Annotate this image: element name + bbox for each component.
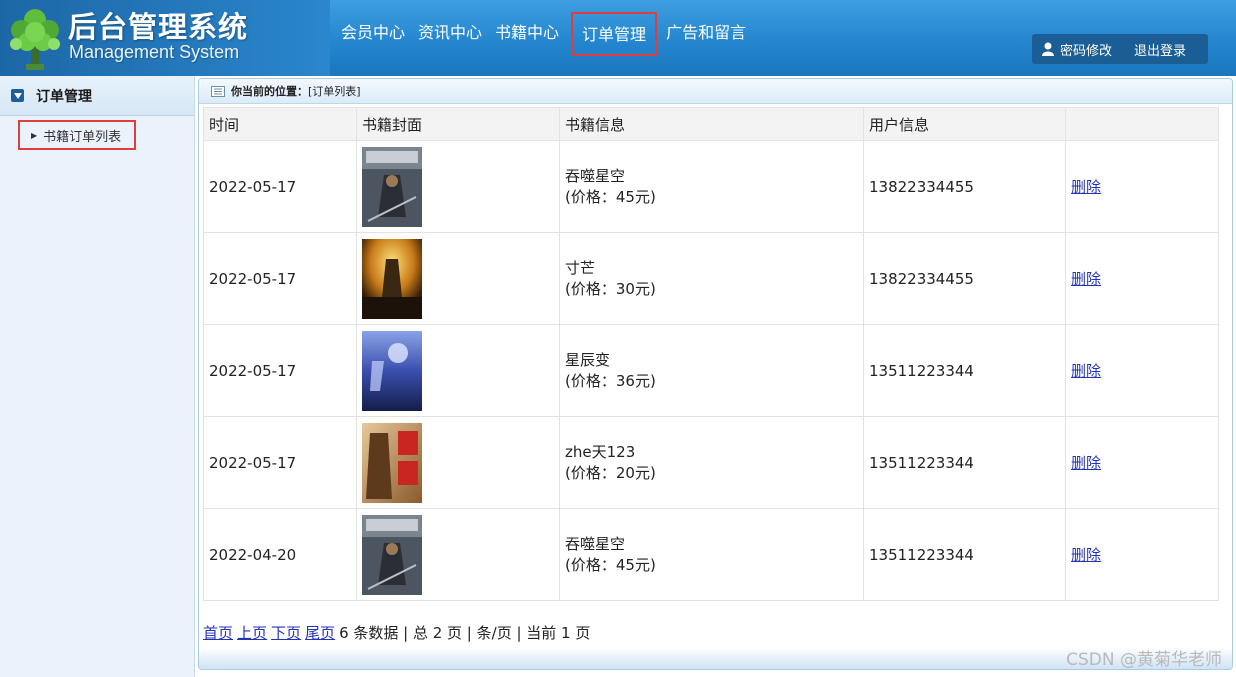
book-info-cell: 星辰变 (价格：36元) [559,324,864,417]
list-icon [211,85,225,97]
user-phone: 13511223344 [863,508,1066,601]
pagination-summary: 6 条数据 | 总 2 页 | 条/页 | 当前 1 页 [339,624,591,642]
nav-item-ads-and-messages[interactable]: 广告和留言 [661,12,751,56]
main-nav: 会员中心 资讯中心 书籍中心 订单管理 广告和留言 [336,12,754,56]
pagination: 首页 上页 下页 尾页 6 条数据 | 总 2 页 | 条/页 | 当前 1 页 [203,622,590,643]
first-page-link[interactable]: 首页 [203,624,233,642]
action-cell: 删除 [1065,140,1219,233]
last-page-link[interactable]: 尾页 [305,624,335,642]
next-page-link[interactable]: 下页 [271,624,301,642]
column-header-time: 时间 [203,107,357,141]
book-cover-cell [356,232,560,325]
order-time: 2022-05-17 [203,232,357,325]
book-title: 寸芒 [565,258,596,277]
table-row: 2022-05-17 星辰变 (价格：36元) 13511223344 删除 [203,324,1219,417]
book-cover-image [362,146,422,227]
column-header-cover: 书籍封面 [356,107,560,141]
delete-link[interactable]: 删除 [1071,178,1101,196]
watermark: CSDN @黄菊华老师 [1066,650,1222,670]
book-price: (价格：30元) [565,279,656,298]
table-row: 2022-05-17 zhe天123 (价格：20元) 13511223344 [203,416,1219,509]
column-header-action [1065,107,1219,141]
prev-page-link[interactable]: 上页 [237,624,267,642]
user-phone: 13822334455 [863,232,1066,325]
table-row: 2022-05-17 寸芒 (价格：30元) 13822334455 删除 [203,232,1219,325]
delete-link[interactable]: 删除 [1071,546,1101,564]
book-cover-image [362,238,422,319]
sidebar: 订单管理 ▶ 书籍订单列表 [0,76,195,677]
table-row: 2022-05-17 吞噬星空 (价格：45元) 13822334455 删除 [203,140,1219,233]
book-info-cell: 寸芒 (价格：30元) [559,232,864,325]
user-actions: 密码修改 退出登录 [1032,34,1208,64]
book-info-cell: 吞噬星空 (价格：45元) [559,508,864,601]
sidebar-section-title: 订单管理 [36,88,92,105]
book-title: 吞噬星空 [565,166,626,185]
nav-item-member-center[interactable]: 会员中心 [336,12,410,56]
book-price: (价格：45元) [565,187,656,206]
book-cover-cell [356,416,560,509]
nav-item-book-center[interactable]: 书籍中心 [490,12,564,56]
orders-table: 时间 书籍封面 书籍信息 用户信息 2022-05-17 吞噬星空 (价格：45… [203,107,1219,601]
change-password-link[interactable]: 密码修改 [1060,40,1112,59]
column-header-book-info: 书籍信息 [559,107,864,141]
logout-link[interactable]: 退出登录 [1134,40,1186,59]
book-price: (价格：20元) [565,463,656,482]
main-panel: 你当前的位置： [订单列表] 时间 书籍封面 书籍信息 用户信息 2022-05… [198,78,1233,670]
delete-link[interactable]: 删除 [1071,454,1101,472]
sidebar-item-label: 书籍订单列表 [43,129,122,145]
user-icon [1042,42,1054,56]
app-title: 后台管理系统 [68,10,249,44]
order-time: 2022-05-17 [203,416,357,509]
table-header-row: 时间 书籍封面 书籍信息 用户信息 [203,107,1219,141]
user-phone: 13511223344 [863,416,1066,509]
tree-logo-icon [10,9,60,70]
order-time: 2022-05-17 [203,324,357,417]
book-title: 星辰变 [565,350,611,369]
column-header-user-info: 用户信息 [863,107,1066,141]
book-cover-image [362,514,422,595]
book-info-cell: zhe天123 (价格：20元) [559,416,864,509]
action-cell: 删除 [1065,416,1219,509]
table-row: 2022-04-20 吞噬星空 (价格：45元) 13511223344 删除 [203,508,1219,601]
order-time: 2022-04-20 [203,508,357,601]
nav-item-news-center[interactable]: 资讯中心 [413,12,487,56]
sidebar-item-book-order-list[interactable]: ▶ 书籍订单列表 [18,120,136,150]
nav-item-order-management[interactable]: 订单管理 [571,12,658,56]
book-title: zhe天123 [565,442,636,461]
book-price: (价格：36元) [565,371,656,390]
book-cover-cell [356,140,560,233]
breadcrumb: 你当前的位置： [订单列表] [199,79,1232,104]
collapse-icon [11,89,24,102]
triangle-right-icon: ▶ [31,130,38,140]
action-cell: 删除 [1065,508,1219,601]
action-cell: 删除 [1065,324,1219,417]
delete-link[interactable]: 删除 [1071,362,1101,380]
book-info-cell: 吞噬星空 (价格：45元) [559,140,864,233]
book-cover-image [362,422,422,503]
book-cover-image [362,330,422,411]
breadcrumb-label: 你当前的位置： [231,85,308,98]
app-subtitle: Management System [69,42,240,62]
order-time: 2022-05-17 [203,140,357,233]
action-cell: 删除 [1065,232,1219,325]
user-phone: 13511223344 [863,324,1066,417]
sidebar-section-header[interactable]: 订单管理 [0,76,194,116]
book-cover-cell [356,508,560,601]
book-title: 吞噬星空 [565,534,626,553]
top-header: 后台管理系统 Management System 会员中心 资讯中心 书籍中心 … [0,0,1236,76]
delete-link[interactable]: 删除 [1071,270,1101,288]
user-phone: 13822334455 [863,140,1066,233]
breadcrumb-path: [订单列表] [308,85,361,98]
book-price: (价格：45元) [565,555,656,574]
book-cover-cell [356,324,560,417]
